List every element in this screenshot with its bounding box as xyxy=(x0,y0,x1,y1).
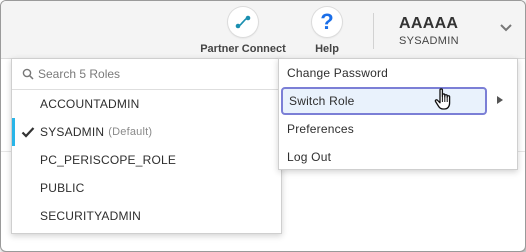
partner-connect-icon xyxy=(228,7,258,37)
role-item-sysadmin[interactable]: SYSADMIN (Default) xyxy=(12,118,281,146)
checkmark-icon xyxy=(21,127,35,138)
user-dropdown-menu: Change Password Switch Role Preferences … xyxy=(278,58,518,170)
hand-cursor-icon xyxy=(434,88,451,110)
menu-item-preferences[interactable]: Preferences xyxy=(279,115,517,143)
partner-connect-label: Partner Connect xyxy=(200,43,286,55)
menu-item-log-out[interactable]: Log Out xyxy=(279,143,517,171)
chevron-down-icon[interactable] xyxy=(499,23,513,33)
role-label: SECURITYADMIN xyxy=(40,209,142,223)
role-item-securityadmin[interactable]: SECURITYADMIN xyxy=(12,202,281,230)
switch-role-panel: ACCOUNTADMIN SYSADMIN (Default) PC_PERIS… xyxy=(11,58,282,234)
user-name: AAAAA xyxy=(399,15,459,32)
menu-item-switch-role[interactable]: Switch Role xyxy=(281,87,487,115)
role-label: PC_PERISCOPE_ROLE xyxy=(40,153,177,167)
role-item-pc-periscope-role[interactable]: PC_PERISCOPE_ROLE xyxy=(12,146,281,174)
roles-search-input[interactable] xyxy=(38,67,258,81)
app-frame: Partner Connect ? Help AAAAA SYSADMIN Se… xyxy=(0,0,526,252)
menu-item-change-password[interactable]: Change Password xyxy=(279,59,517,87)
menu-item-label: Change Password xyxy=(287,66,389,80)
role-item-public[interactable]: PUBLIC xyxy=(12,174,281,202)
help-glyph: ? xyxy=(320,9,334,34)
help-icon: ? xyxy=(312,7,342,37)
role-label: ACCOUNTADMIN xyxy=(40,97,140,111)
roles-search-bar xyxy=(12,59,281,90)
menu-item-label: Preferences xyxy=(287,122,354,136)
role-item-accountadmin[interactable]: ACCOUNTADMIN xyxy=(12,90,281,118)
header-divider xyxy=(373,13,374,49)
user-account-button[interactable]: AAAAA SYSADMIN xyxy=(399,15,459,47)
menu-item-label: Switch Role xyxy=(289,94,355,108)
help-label: Help xyxy=(315,43,339,55)
user-current-role: SYSADMIN xyxy=(399,35,459,47)
submenu-arrow-icon xyxy=(497,96,503,104)
role-label: PUBLIC xyxy=(40,181,85,195)
default-role-tag: (Default) xyxy=(108,126,153,138)
help-button[interactable]: ? Help xyxy=(309,7,345,55)
partner-connect-button[interactable]: Partner Connect xyxy=(197,7,289,55)
search-icon xyxy=(22,68,34,80)
role-label: SYSADMIN xyxy=(40,125,105,139)
menu-item-label: Log Out xyxy=(287,150,332,164)
top-header-bar: Partner Connect ? Help AAAAA SYSADMIN xyxy=(1,1,525,59)
